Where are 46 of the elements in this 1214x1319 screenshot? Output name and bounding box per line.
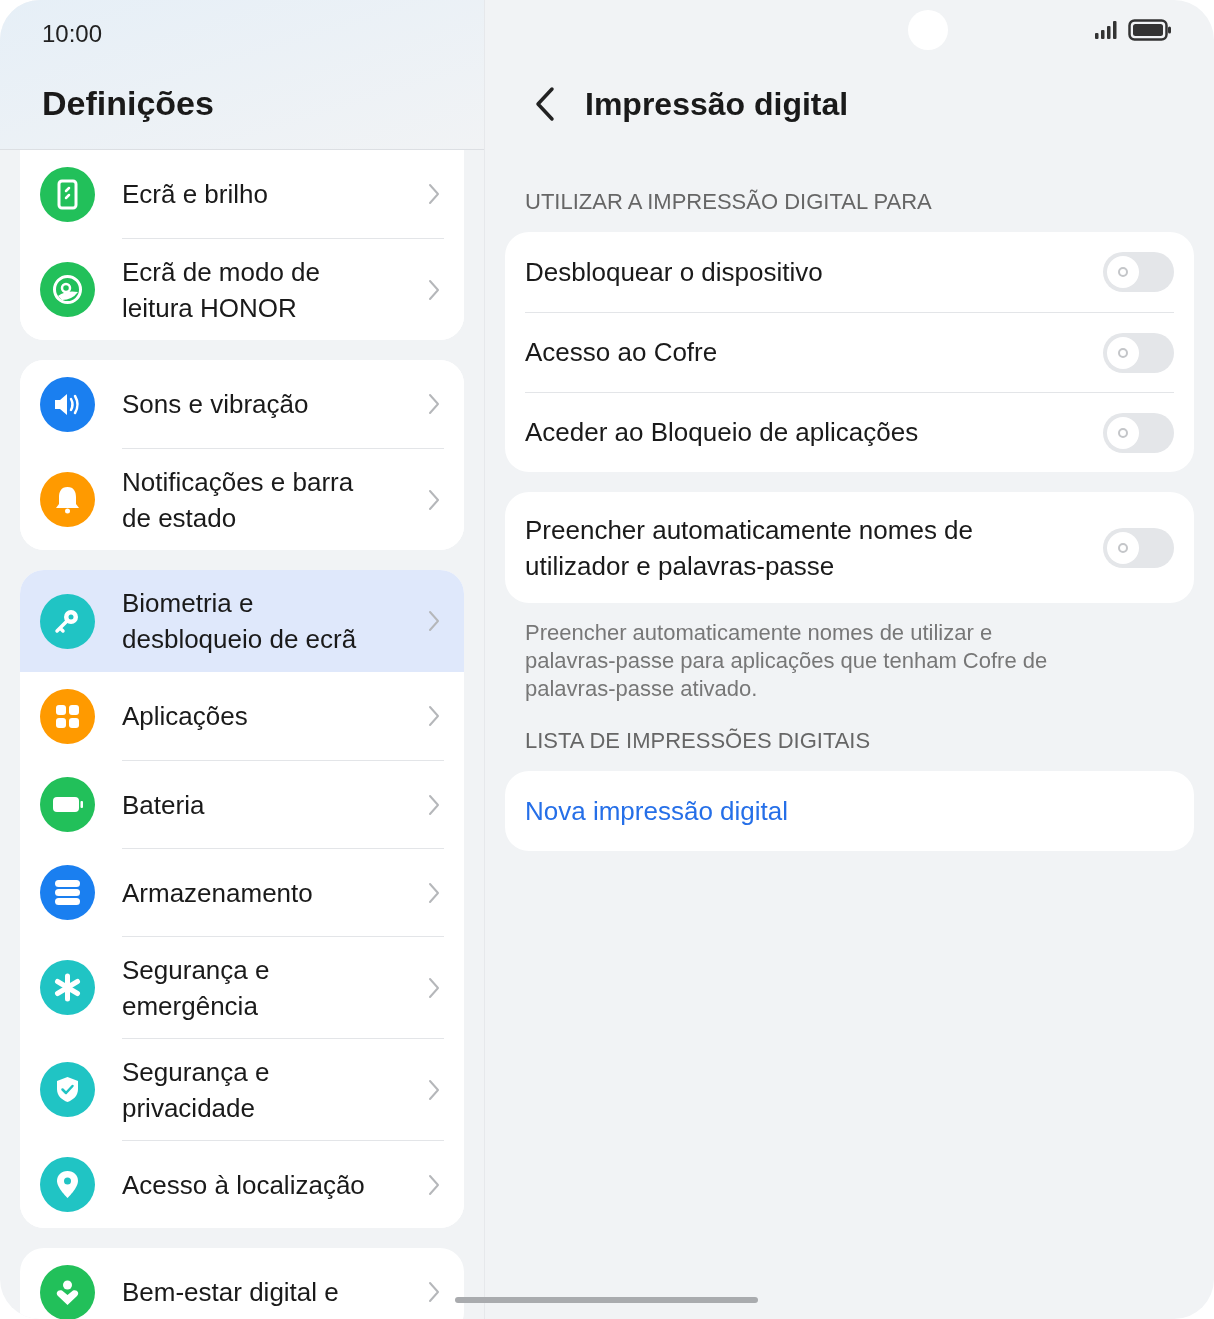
item-label: Bem-estar digital e	[122, 1276, 340, 1309]
section-header: LISTA DE IMPRESSÕES DIGITAIS	[525, 727, 871, 755]
settings-item[interactable]: Biometria e desbloqueio de ecrã	[20, 570, 464, 672]
item-label: Bateria	[122, 788, 206, 822]
chevron-icon	[428, 278, 440, 301]
item-label: Armazenamento	[122, 876, 314, 910]
item-label: Segurança e emergência	[122, 953, 271, 1023]
setting-label: Acesso ao Cofre	[525, 336, 718, 369]
chevron-icon	[428, 1173, 440, 1196]
settings-item[interactable]: Acesso à localização	[20, 1140, 464, 1228]
chevron-icon	[428, 183, 440, 205]
toggle-switch[interactable]	[1103, 332, 1174, 373]
toggle-switch[interactable]	[1103, 412, 1174, 453]
chevron-icon	[428, 488, 440, 511]
status-time: 10:00	[42, 19, 103, 49]
toggle-switch[interactable]	[1103, 252, 1174, 292]
toggle-switch[interactable]	[1103, 527, 1174, 568]
settings-title: Definições	[42, 83, 214, 124]
chevron-icon	[428, 976, 440, 999]
signal-icon	[1094, 20, 1120, 40]
setting-label: Aceder ao Bloqueio de aplicações	[525, 416, 919, 449]
settings-item[interactable]: Notificações e barra de estado	[20, 448, 464, 550]
chevron-icon	[428, 705, 440, 727]
section-header: UTILIZAR A IMPRESSÃO DIGITAL PARA	[525, 188, 932, 216]
chevron-icon	[428, 1078, 440, 1101]
chevron-icon	[428, 793, 440, 816]
autofill-description: Preencher automaticamente nomes de utilizar e palavras-passe para aplicações que tenham Cofre de palavras-passe ativado.	[524, 619, 1049, 703]
settings-item[interactable]: Ecrã de modo de leitura HONOR	[20, 238, 464, 340]
item-label: Sons e vibração	[122, 388, 310, 421]
setting-label: Preencher automaticamente nomes de utilizador e palavras-passe	[525, 513, 975, 583]
battery-icon	[1128, 19, 1172, 41]
item-label: Biometria e desbloqueio de ecrã	[122, 587, 358, 656]
chevron-icon	[428, 1281, 440, 1303]
item-label: Ecrã de modo de leitura HONOR	[122, 255, 321, 325]
chevron-icon	[428, 610, 440, 632]
item-label: Segurança e privacidade	[122, 1055, 271, 1125]
new-fingerprint-link[interactable]: Nova impressão digital	[525, 791, 788, 831]
chevron-icon	[428, 393, 440, 415]
item-label: Ecrã e brilho	[122, 178, 269, 211]
page-title: Impressão digital	[585, 85, 849, 124]
chevron-icon	[428, 881, 440, 904]
item-label: Acesso à localização	[122, 1168, 366, 1202]
item-label: Aplicações	[122, 700, 249, 733]
back-chevron-icon	[534, 86, 556, 122]
setting-label: Desbloquear o dispositivo	[525, 255, 823, 289]
item-label: Notificações e barra de estado	[122, 465, 355, 535]
